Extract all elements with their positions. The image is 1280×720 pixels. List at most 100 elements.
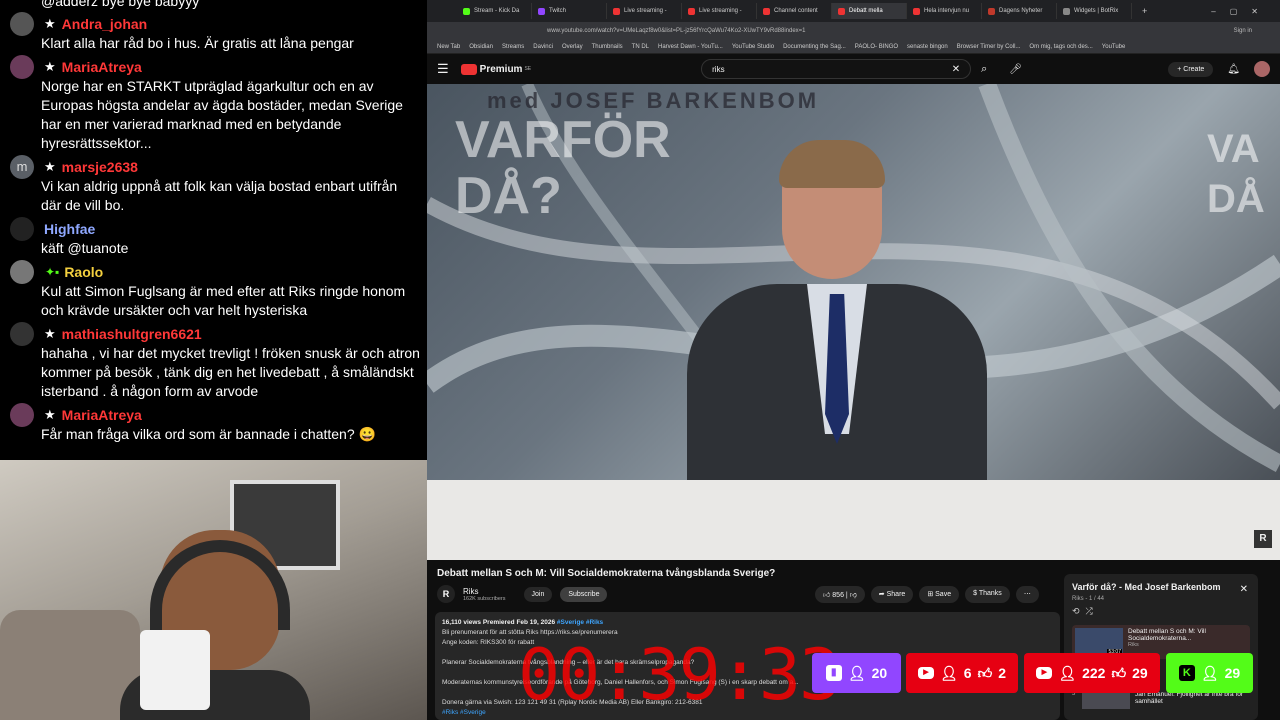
bookmark-item[interactable]: Documenting the Sag... xyxy=(783,44,846,50)
playlist-meta: Riks - 1 / 44 xyxy=(1072,596,1105,602)
bookmark-item[interactable]: PAOLO- BINGO xyxy=(855,44,898,50)
video-thumbnail xyxy=(1082,691,1131,709)
bookmark-item[interactable]: Om mig, tags och des... xyxy=(1029,44,1092,50)
chat-username[interactable]: Highfae xyxy=(44,221,95,237)
playlist-title[interactable]: Varför då? - Med Josef Barkenbom xyxy=(1072,582,1250,592)
desk xyxy=(427,480,1280,560)
playlist-item-title: Jan Emanuel: Fjollighet är inte bra för … xyxy=(1135,691,1244,705)
browser-tab[interactable]: Dagens Nyheter xyxy=(982,3,1057,19)
chat-message-text: käft @tuanote xyxy=(41,240,129,256)
avatar xyxy=(10,217,34,241)
chat-message-text: @adderz bye bye babyyy xyxy=(41,0,200,9)
tab-favicon-icon xyxy=(538,7,545,15)
address-bar[interactable]: www.youtube.com/watch?v=UMeLaqzf8w0&list… xyxy=(427,22,1280,40)
viewer-count: 20 xyxy=(871,665,888,681)
chat-message-text: Klart alla har råd bo i hus. Är gratis a… xyxy=(41,35,354,51)
chat-username[interactable]: Raolo xyxy=(64,264,103,280)
subscribe-button[interactable]: Subscribe xyxy=(560,586,608,602)
view-meta: 16,110 views Premiered Feb 19, 2026 xyxy=(442,619,556,626)
create-button[interactable]: + Create xyxy=(1168,61,1214,77)
tab-favicon-icon xyxy=(988,7,995,15)
close-playlist-icon[interactable]: ✕ xyxy=(1240,584,1248,595)
bookmark-item[interactable]: Obsidian xyxy=(469,44,493,50)
video-actions: 👍︎ 856 | 👎︎ ➦ Share ⊞ Save $ Thanks ⋯ xyxy=(815,586,1039,603)
bookmark-item[interactable]: Harvest Dawn - YouTu... xyxy=(658,44,723,50)
browser-window: Stream - Kick Da Twitch Live streaming -… xyxy=(427,0,1280,720)
youtube-logo[interactable]: Premium xyxy=(480,64,523,75)
chat-username[interactable]: marsje2638 xyxy=(62,159,138,175)
viewer-count: 6 xyxy=(963,665,972,681)
browser-tab[interactable]: Widgets | BotRix xyxy=(1057,3,1132,19)
browser-tab[interactable]: Live streaming - xyxy=(607,3,682,19)
playlist-item-channel: Riks xyxy=(1128,642,1139,648)
search-icon[interactable]: ⌕ xyxy=(981,63,987,76)
tab-favicon-icon xyxy=(913,7,920,15)
chat-username[interactable]: MariaAtreya xyxy=(62,59,142,75)
like-button[interactable]: 👍︎ 856 | 👎︎ xyxy=(815,586,865,603)
bookmark-item[interactable]: New Tab xyxy=(437,44,460,50)
chat-panel: @adderz bye bye babyyy ★ Andra_johan Klar… xyxy=(0,0,427,460)
bookmark-item[interactable]: Streams xyxy=(502,44,524,50)
viewers-icon: 👤︎ xyxy=(1200,664,1219,681)
microphone-icon[interactable]: 🎤︎ xyxy=(1009,64,1022,75)
clear-search-icon[interactable]: ✕ xyxy=(952,64,960,75)
search-input[interactable]: riks xyxy=(712,65,952,74)
bookmark-item[interactable]: TN DL xyxy=(632,44,649,50)
menu-icon[interactable]: ☰ xyxy=(437,61,449,77)
join-button[interactable]: Join xyxy=(523,586,553,602)
playlist-item[interactable]: 3 Jan Emanuel: Fjollighet är inte bra fö… xyxy=(1072,691,1250,709)
thumbs-up-icon: 👍︎ xyxy=(1111,664,1127,681)
bell-icon[interactable]: 🔔︎ xyxy=(1227,64,1240,75)
share-button[interactable]: ➦ Share xyxy=(870,586,914,603)
bookmark-item[interactable]: YouTube xyxy=(1102,44,1126,50)
channel-watermark-icon: R xyxy=(1254,530,1272,548)
loop-shuffle-icons[interactable]: ⟲⤮ xyxy=(1072,606,1250,617)
browser-tab-active[interactable]: Debatt mella xyxy=(832,3,907,19)
bookmark-item[interactable]: Overlay xyxy=(562,44,583,50)
chat-message: @adderz bye bye babyyy xyxy=(10,0,420,11)
new-tab-icon[interactable]: + xyxy=(1142,6,1147,16)
share-icon: ➦ xyxy=(878,591,885,598)
url-text[interactable]: www.youtube.com/watch?v=UMeLaqzf8w0&list… xyxy=(547,28,806,34)
bookmark-item[interactable]: senaste bingon xyxy=(907,44,948,50)
webcam-feed xyxy=(0,460,427,720)
bookmark-item[interactable]: Thumbnails xyxy=(592,44,623,50)
browser-tab[interactable]: Hela intervjun nu xyxy=(907,3,982,19)
thanks-button[interactable]: $ Thanks xyxy=(965,586,1010,603)
video-player[interactable]: med JOSEF BARKENBOM VARFÖR DÅ? VA DÅ R xyxy=(427,84,1280,560)
playlist-index: 3 xyxy=(1072,691,1076,697)
channel-avatar[interactable]: R xyxy=(437,585,455,603)
avatar xyxy=(10,12,34,36)
like-count: 29 xyxy=(1132,665,1148,681)
stream-timer: 00:39:33 xyxy=(518,634,841,716)
show-title-right: VA DÅ xyxy=(1207,127,1265,221)
video-title: Debatt mellan S och M: Vill Socialdemokr… xyxy=(437,568,776,579)
browser-tab[interactable]: Channel content xyxy=(757,3,832,19)
window-controls[interactable]: –▢✕ xyxy=(1211,7,1272,16)
chat-username[interactable]: Andra_johan xyxy=(62,16,148,32)
search-box[interactable]: riks ✕ xyxy=(701,59,972,79)
star-icon: ★ xyxy=(44,326,56,341)
chat-message-text: Norge har en STARKT utpräglad ägarkultur… xyxy=(41,78,403,151)
hashtags[interactable]: #Sverige #Riks xyxy=(557,619,603,626)
save-button[interactable]: ⊞ Save xyxy=(919,586,960,603)
bookmark-item[interactable]: YouTube Studio xyxy=(732,44,774,50)
tab-favicon-icon xyxy=(613,7,620,15)
sign-in-link[interactable]: Sign in xyxy=(1234,28,1252,34)
chat-username[interactable]: MariaAtreya xyxy=(62,407,142,423)
chat-username[interactable]: mathiashultgren6621 xyxy=(62,326,202,342)
chat-message: ★ Andra_johan Klart alla har råd bo i hus… xyxy=(10,12,420,53)
chat-message: Highfae käft @tuanote xyxy=(10,217,420,258)
bookmark-item[interactable]: Browser Timer by Coll... xyxy=(957,44,1021,50)
more-options-icon[interactable]: ⋯ xyxy=(1015,586,1039,603)
thumbs-down-icon[interactable]: 👎︎ xyxy=(850,592,857,599)
avatar[interactable] xyxy=(1254,61,1270,77)
bookmark-item[interactable]: Davinci xyxy=(533,44,553,50)
browser-tab[interactable]: Stream - Kick Da xyxy=(457,3,532,19)
subscriber-count: 162K subscribers xyxy=(463,595,506,602)
youtube-logo-icon[interactable] xyxy=(460,63,477,75)
tab-favicon-icon xyxy=(463,7,470,15)
channel-name[interactable]: Riks xyxy=(463,587,506,596)
browser-tab[interactable]: Live streaming - xyxy=(682,3,757,19)
browser-tab[interactable]: Twitch xyxy=(532,3,607,19)
